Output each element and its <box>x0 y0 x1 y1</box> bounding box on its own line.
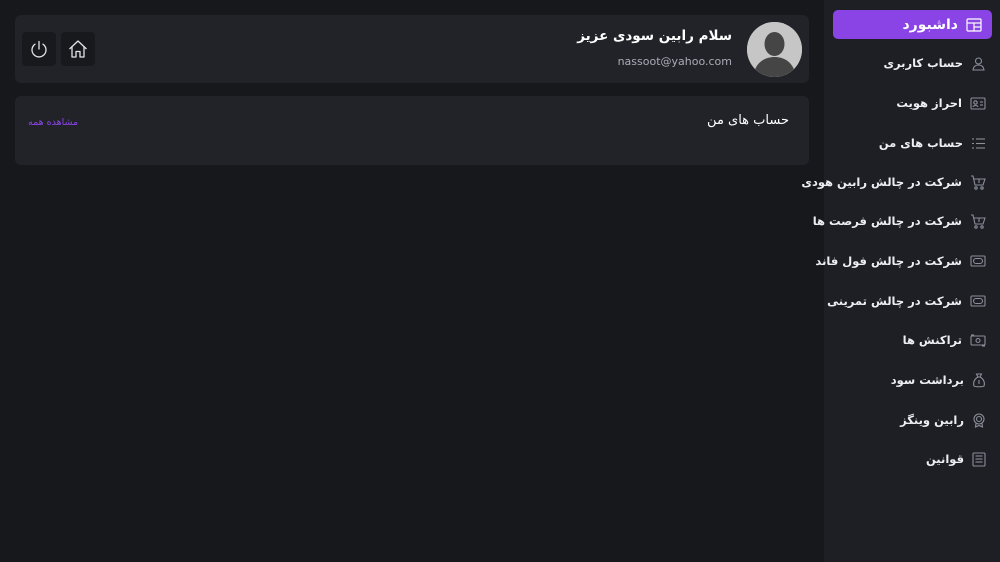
money-icon <box>970 295 986 307</box>
transaction-icon <box>970 333 986 347</box>
money-bag-icon <box>972 372 986 388</box>
user-email: nassoot@yahoo.com <box>617 55 732 68</box>
sidebar-item-label: حساب های من <box>878 136 963 150</box>
sidebar: داشبورد حساب کاربری احراز هویت حساب های … <box>801 0 1000 562</box>
sidebar-item-dashboard[interactable]: داشبورد <box>833 10 992 39</box>
logout-button[interactable] <box>22 32 56 66</box>
my-accounts-title: حساب های من <box>707 113 789 128</box>
sidebar-item-label: حساب کاربری <box>883 56 963 70</box>
sidebar-item-opportunities-challenge[interactable]: شرکت در چالش فرصت ها <box>813 210 1000 232</box>
app-root: nassoot@yahoo.com سلام رابین سودی عزیز م… <box>0 0 1000 562</box>
sidebar-item-label: شرکت در چالش فرصت ها <box>812 214 962 228</box>
money-icon <box>970 255 986 267</box>
sidebar-item-label: قوانین <box>925 452 964 466</box>
home-button[interactable] <box>61 32 95 66</box>
sidebar-item-label: تراکنش ها <box>902 333 962 347</box>
badge-icon <box>972 412 986 428</box>
sidebar-item-user-account[interactable]: حساب کاربری <box>824 52 1000 74</box>
cart-icon <box>970 213 986 229</box>
sidebar-item-transactions[interactable]: تراکنش ها <box>824 329 1000 351</box>
dashboard-icon <box>966 17 982 32</box>
id-card-icon <box>970 96 986 110</box>
sidebar-item-rules[interactable]: قوانین <box>824 448 1000 470</box>
sidebar-item-label: احراز هویت <box>896 96 962 110</box>
sidebar-item-label: شرکت در چالش تمرینی <box>827 294 962 308</box>
sidebar-item-label: رابین وینگز <box>900 413 964 427</box>
sidebar-item-label: داشبورد <box>902 16 959 33</box>
sidebar-item-label: برداشت سود <box>890 373 964 387</box>
sidebar-item-my-accounts[interactable]: حساب های من <box>824 132 1000 154</box>
sidebar-item-robin-wings[interactable]: رابین وینگز <box>824 409 1000 431</box>
sidebar-item-full-fund-challenge[interactable]: شرکت در چالش فول فاند <box>815 250 1000 272</box>
cart-icon <box>970 174 986 190</box>
user-header-card: nassoot@yahoo.com سلام رابین سودی عزیز <box>15 15 809 83</box>
sidebar-item-practice-challenge[interactable]: شرکت در چالش تمرینی <box>824 290 1000 312</box>
document-icon <box>972 451 986 467</box>
sidebar-item-verification[interactable]: احراز هویت <box>824 92 1000 114</box>
user-icon <box>971 56 986 71</box>
home-icon <box>67 38 89 60</box>
sidebar-item-robinhood-challenge[interactable]: شرکت در چالش رابین هودی <box>801 171 1000 193</box>
sidebar-item-label: شرکت در چالش رابین هودی <box>801 175 962 189</box>
my-accounts-card: مشاهده همه حساب های من <box>15 96 809 165</box>
sidebar-item-withdraw-profit[interactable]: برداشت سود <box>824 369 1000 391</box>
greeting-text: سلام رابین سودی عزیز <box>577 28 732 44</box>
sidebar-item-label: شرکت در چالش فول فاند <box>815 254 962 268</box>
power-icon <box>29 39 49 59</box>
view-all-link[interactable]: مشاهده همه <box>28 117 78 128</box>
avatar[interactable] <box>747 22 802 77</box>
list-icon <box>971 137 986 150</box>
